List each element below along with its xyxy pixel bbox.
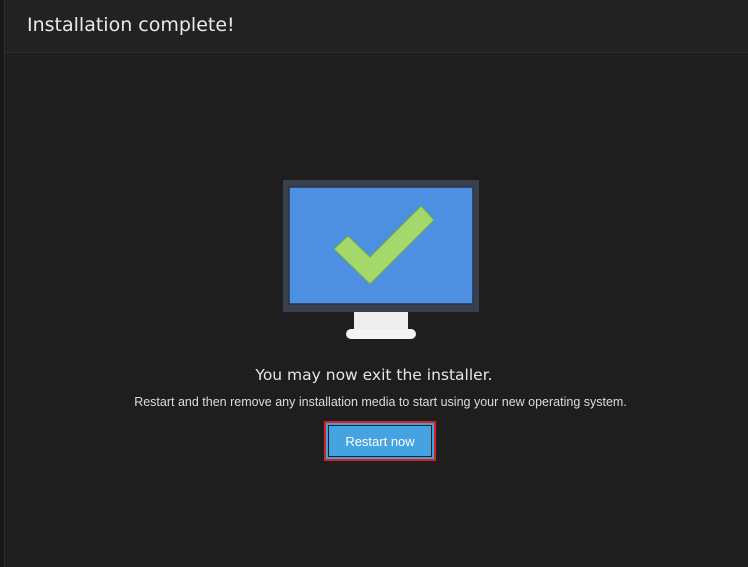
completion-submessage: Restart and then remove any installation… xyxy=(134,395,627,409)
restart-now-label: Restart now xyxy=(345,433,415,449)
monitor-checkmark-icon xyxy=(283,180,479,339)
monitor-stand-neck xyxy=(354,312,408,329)
left-edge xyxy=(0,0,5,567)
header-bar: Installation complete! xyxy=(5,0,748,53)
page-title: Installation complete! xyxy=(27,14,235,36)
restart-now-button[interactable]: Restart now xyxy=(324,421,436,461)
installer-window: Installation complete! You may now exit … xyxy=(0,0,748,567)
monitor-stand-base xyxy=(346,329,416,339)
completion-message: You may now exit the installer. xyxy=(255,366,493,384)
